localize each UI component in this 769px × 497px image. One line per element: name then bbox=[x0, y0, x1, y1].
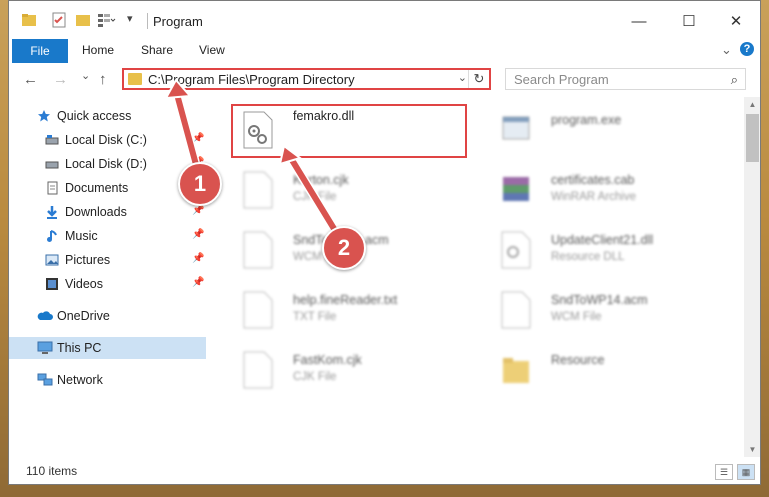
step-1-callout: 1 bbox=[178, 162, 222, 206]
step-2-callout: 2 bbox=[322, 226, 366, 270]
arrow-2 bbox=[278, 144, 341, 237]
annotation-arrows bbox=[164, 78, 341, 237]
arrow-1 bbox=[164, 78, 203, 177]
